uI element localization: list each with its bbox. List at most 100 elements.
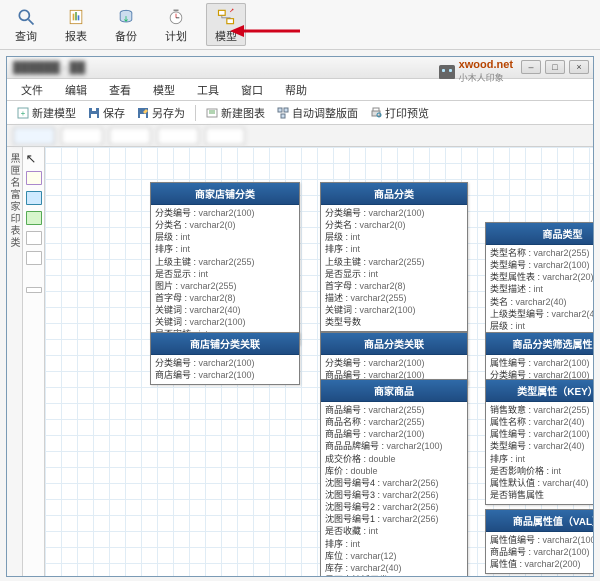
pointer-tool-icon[interactable]: ↖	[26, 151, 42, 165]
diagram-tab[interactable]	[157, 127, 199, 145]
entity-tool-icon[interactable]	[26, 171, 42, 185]
entity-商品分类筛选属性关联[interactable]: 商品分类筛选属性关联属性编号 : varchar2(100)分类编号 : var…	[485, 332, 593, 385]
diagram-tab[interactable]	[61, 127, 103, 145]
menu-文件[interactable]: 文件	[11, 80, 53, 100]
backup-icon	[116, 6, 136, 28]
window-close[interactable]: ×	[569, 60, 589, 74]
entity-column: 商品编号 : varchar2(100)	[325, 428, 463, 440]
entity-column: 库价 : double	[325, 465, 463, 477]
entity-header: 商品分类	[321, 183, 467, 205]
backup-tool[interactable]: 备份	[106, 3, 146, 46]
plan-icon	[166, 6, 186, 28]
entity-column: 销售致意 : varchar2(255)	[490, 404, 593, 416]
entity-column: 是否影响价格 : int	[490, 465, 593, 477]
diagram-tab[interactable]	[13, 127, 55, 145]
model-designer-window: ██████ - ██ xwood.net 小木人印象 – □ × 文件编辑查看…	[6, 56, 594, 577]
entity-column: 类型属性表 : varchar2(20)	[490, 271, 593, 283]
entity-column: 层级 : int	[490, 320, 593, 332]
entity-column: 类型编号 : varchar2(100)	[490, 259, 593, 271]
window-title: ██████ - ██	[13, 62, 85, 74]
entity-column: 是否支持抵用券 : int	[325, 574, 463, 576]
entity-column: 关键词 : varchar2(40)	[155, 304, 295, 316]
entity-body: 分类编号 : varchar2(100)分类名 : varchar2(0)层级 …	[151, 205, 299, 344]
relation-tool-icon[interactable]	[26, 211, 42, 225]
window-buttons: – □ ×	[521, 60, 589, 74]
entity-column: 分类编号 : varchar2(100)	[325, 207, 463, 219]
entity-header: 商家商品	[321, 380, 467, 402]
line-tool-icon[interactable]	[26, 287, 42, 293]
save-button[interactable]: 保存	[82, 103, 131, 123]
diagram-canvas[interactable]: 商家店铺分类分类编号 : varchar2(100)分类名 : varchar2…	[45, 147, 593, 576]
window-maximize[interactable]: □	[545, 60, 565, 74]
entity-column: 图片 : varchar2(255)	[155, 280, 295, 292]
menu-帮助[interactable]: 帮助	[275, 80, 317, 100]
entity-body: 类型名称 : varchar2(255)类型编号 : varchar2(100)…	[486, 245, 593, 335]
query-tool[interactable]: 查询	[6, 3, 46, 46]
window-minimize[interactable]: –	[521, 60, 541, 74]
entity-column: 商店编号 : varchar2(100)	[155, 369, 295, 381]
plan-tool[interactable]: 计划	[156, 3, 196, 46]
menu-查看[interactable]: 查看	[99, 80, 141, 100]
entity-header: 商店铺分类关联	[151, 333, 299, 355]
menu-编辑[interactable]: 编辑	[55, 80, 97, 100]
entity-商店铺分类关联[interactable]: 商店铺分类关联分类编号 : varchar2(100)商店编号 : varcha…	[150, 332, 300, 385]
diagram-tabstrip	[7, 125, 593, 147]
entity-body: 分类编号 : varchar2(100)分类名 : varchar2(0)层级 …	[321, 205, 467, 331]
entity-column: 分类名 : varchar2(0)	[325, 219, 463, 231]
view-tool-icon[interactable]	[26, 191, 42, 205]
entity-column: 类型号数	[325, 316, 463, 328]
entity-column: 属性值编号 : varchar2(100)	[490, 534, 593, 546]
entity-商品分类[interactable]: 商品分类分类编号 : varchar2(100)分类名 : varchar2(0…	[320, 182, 468, 332]
entity-column: 成交价格 : double	[325, 453, 463, 465]
entity-column: 分类编号 : varchar2(100)	[155, 207, 295, 219]
entity-column: 是否显示 : int	[325, 268, 463, 280]
autolayout-button[interactable]: 自动调整版面	[271, 103, 364, 123]
entity-商品属性值（VAL）集[interactable]: 商品属性值（VAL）集属性值编号 : varchar2(100)商品编号 : v…	[485, 509, 593, 574]
app-top-toolbar: 查询报表备份计划模型	[0, 0, 600, 50]
new-icon: +	[17, 107, 29, 119]
saveas-button[interactable]: 另存为	[131, 103, 191, 123]
robot-icon	[439, 65, 455, 79]
printprev-icon	[370, 107, 382, 119]
entity-header: 商品类型	[486, 223, 593, 245]
entity-column: 是否显示 : int	[155, 268, 295, 280]
entity-column: 沈图号编号2 : varchar2(256)	[325, 501, 463, 513]
menu-模型[interactable]: 模型	[143, 80, 185, 100]
entity-column: 首字母 : varchar2(8)	[155, 292, 295, 304]
entity-商品类型[interactable]: 商品类型类型名称 : varchar2(255)类型编号 : varchar2(…	[485, 222, 593, 336]
newdiag-icon	[206, 107, 218, 119]
entity-column: 排序 : int	[490, 453, 593, 465]
printprev-button[interactable]: 打印预览	[364, 103, 435, 123]
menu-窗口[interactable]: 窗口	[231, 80, 273, 100]
report-tool[interactable]: 报表	[56, 3, 96, 46]
entity-商品分类关联[interactable]: 商品分类关联分类编号 : varchar2(100)商品编号 : varchar…	[320, 332, 468, 385]
diagram-tab[interactable]	[109, 127, 151, 145]
entity-column: 上级类型编号 : varchar2(40)	[490, 308, 593, 320]
diagram-tab[interactable]	[205, 127, 245, 145]
entity-column: 层级 : int	[155, 231, 295, 243]
vertical-tab[interactable]: 黑匣名富家印表类	[7, 147, 23, 576]
entity-header: 商家店铺分类	[151, 183, 299, 205]
entity-column: 分类编号 : varchar2(100)	[155, 357, 295, 369]
entity-body: 属性值编号 : varchar2(100)商品编号 : varchar2(100…	[486, 532, 593, 573]
secondary-toolbar: +新建模型保存另存为新建图表自动调整版面打印预览	[7, 101, 593, 125]
entity-商家店铺分类[interactable]: 商家店铺分类分类编号 : varchar2(100)分类名 : varchar2…	[150, 182, 300, 345]
entity-column: 是否收藏 : int	[325, 525, 463, 537]
save-icon	[88, 107, 100, 119]
shape-tool-icon[interactable]	[26, 251, 42, 265]
entity-类型属性（KEY）集[interactable]: 类型属性（KEY）集销售致意 : varchar2(255)属性名称 : var…	[485, 379, 593, 505]
entity-column: 层级 : int	[325, 231, 463, 243]
new-button[interactable]: +新建模型	[11, 103, 82, 123]
entity-column: 属性名称 : varchar2(40)	[490, 416, 593, 428]
note-tool-icon[interactable]	[26, 231, 42, 245]
menu-工具[interactable]: 工具	[187, 80, 229, 100]
entity-column: 分类名 : varchar2(0)	[155, 219, 295, 231]
entity-header: 商品属性值（VAL）集	[486, 510, 593, 532]
entity-column: 排序 : int	[155, 243, 295, 255]
entity-column: 商品编号 : varchar2(255)	[325, 404, 463, 416]
entity-商家商品[interactable]: 商家商品商品编号 : varchar2(255)商品名称 : varchar2(…	[320, 379, 468, 576]
window-titlebar: ██████ - ██ xwood.net 小木人印象 – □ ×	[7, 57, 593, 79]
entity-header: 商品分类关联	[321, 333, 467, 355]
saveas-icon	[137, 107, 149, 119]
newdiag-button[interactable]: 新建图表	[200, 103, 271, 123]
